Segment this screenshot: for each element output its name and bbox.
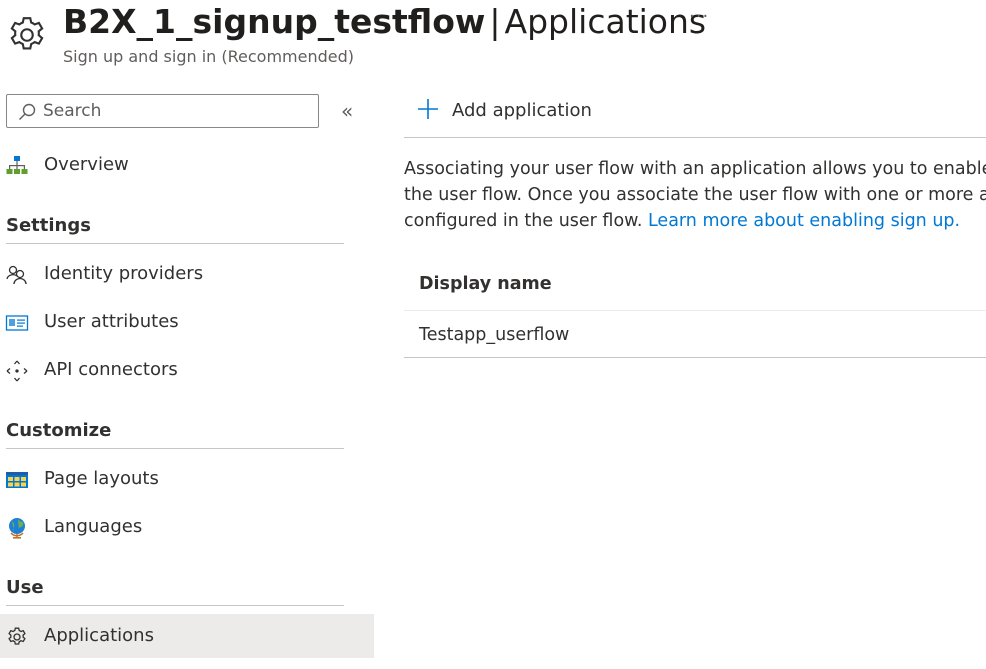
sidebar-item-languages[interactable]: Languages bbox=[0, 505, 374, 549]
sidebar-item-label: Applications bbox=[44, 625, 154, 646]
layout-icon bbox=[6, 472, 28, 488]
sidebar-item-api-connectors[interactable]: API connectors bbox=[0, 348, 374, 392]
table-row-divider bbox=[404, 357, 986, 358]
page-subtitle: Sign up and sign in (Recommended) bbox=[63, 47, 355, 66]
sidebar-item-applications[interactable]: Applications bbox=[0, 614, 374, 658]
sidebar-item-label: API connectors bbox=[44, 359, 178, 380]
page-title: B2X_1_signup_testflow | Applications bbox=[63, 0, 706, 44]
sidebar-item-page-layouts[interactable]: Page layouts bbox=[0, 457, 374, 501]
table-row[interactable]: Testapp_userflow bbox=[419, 319, 569, 351]
hierarchy-icon bbox=[6, 156, 28, 174]
gear-icon bbox=[8, 627, 26, 645]
section-heading-customize: Customize bbox=[6, 413, 344, 449]
arrows-icon bbox=[6, 360, 28, 382]
page: B2X_1_signup_testflow | Applications ··· S… bbox=[0, 0, 986, 669]
people-icon bbox=[6, 265, 27, 285]
description-line-3-text: configured in the user flow. bbox=[404, 211, 648, 231]
id-card-icon bbox=[5, 315, 29, 331]
plus-icon bbox=[418, 99, 438, 119]
search-input[interactable] bbox=[43, 98, 303, 124]
gear-icon bbox=[10, 17, 44, 50]
section-heading-use: Use bbox=[6, 570, 344, 606]
add-application-label: Add application bbox=[452, 100, 592, 121]
sidebar-item-label: User attributes bbox=[44, 311, 179, 332]
learn-more-link[interactable]: Learn more about enabling sign up. bbox=[648, 211, 960, 231]
sidebar-item-user-attributes[interactable]: User attributes bbox=[0, 300, 374, 344]
table-header-divider bbox=[404, 310, 986, 311]
sidebar-item-overview[interactable]: Overview bbox=[0, 143, 374, 187]
sidebar-item-label: Overview bbox=[44, 154, 129, 175]
section-heading-settings: Settings bbox=[6, 208, 344, 244]
command-bar-divider bbox=[404, 137, 986, 138]
sidebar-item-label: Identity providers bbox=[44, 263, 204, 284]
description-line-1: Associating your user flow with an appli… bbox=[404, 159, 986, 179]
more-options-button[interactable]: ··· bbox=[689, 6, 709, 27]
description-line-2: the user flow. Once you associate the us… bbox=[404, 185, 986, 205]
search-icon bbox=[19, 103, 36, 120]
globe-icon bbox=[9, 518, 25, 539]
sidebar-item-label: Page layouts bbox=[44, 468, 159, 489]
page-title-separator: | bbox=[489, 2, 501, 41]
sidebar-item-identity-providers[interactable]: Identity providers bbox=[0, 252, 374, 296]
search-box[interactable] bbox=[6, 94, 319, 128]
page-title-flow: B2X_1_signup_testflow bbox=[63, 2, 486, 41]
description-line-3: configured in the user flow. Learn more … bbox=[404, 208, 986, 234]
column-header-display-name[interactable]: Display name bbox=[419, 268, 552, 300]
page-title-section: Applications bbox=[504, 2, 707, 41]
sidebar-item-label: Languages bbox=[44, 516, 143, 537]
description-text: Associating your user flow with an appli… bbox=[404, 156, 986, 236]
collapse-sidebar-button[interactable]: « bbox=[341, 100, 359, 122]
